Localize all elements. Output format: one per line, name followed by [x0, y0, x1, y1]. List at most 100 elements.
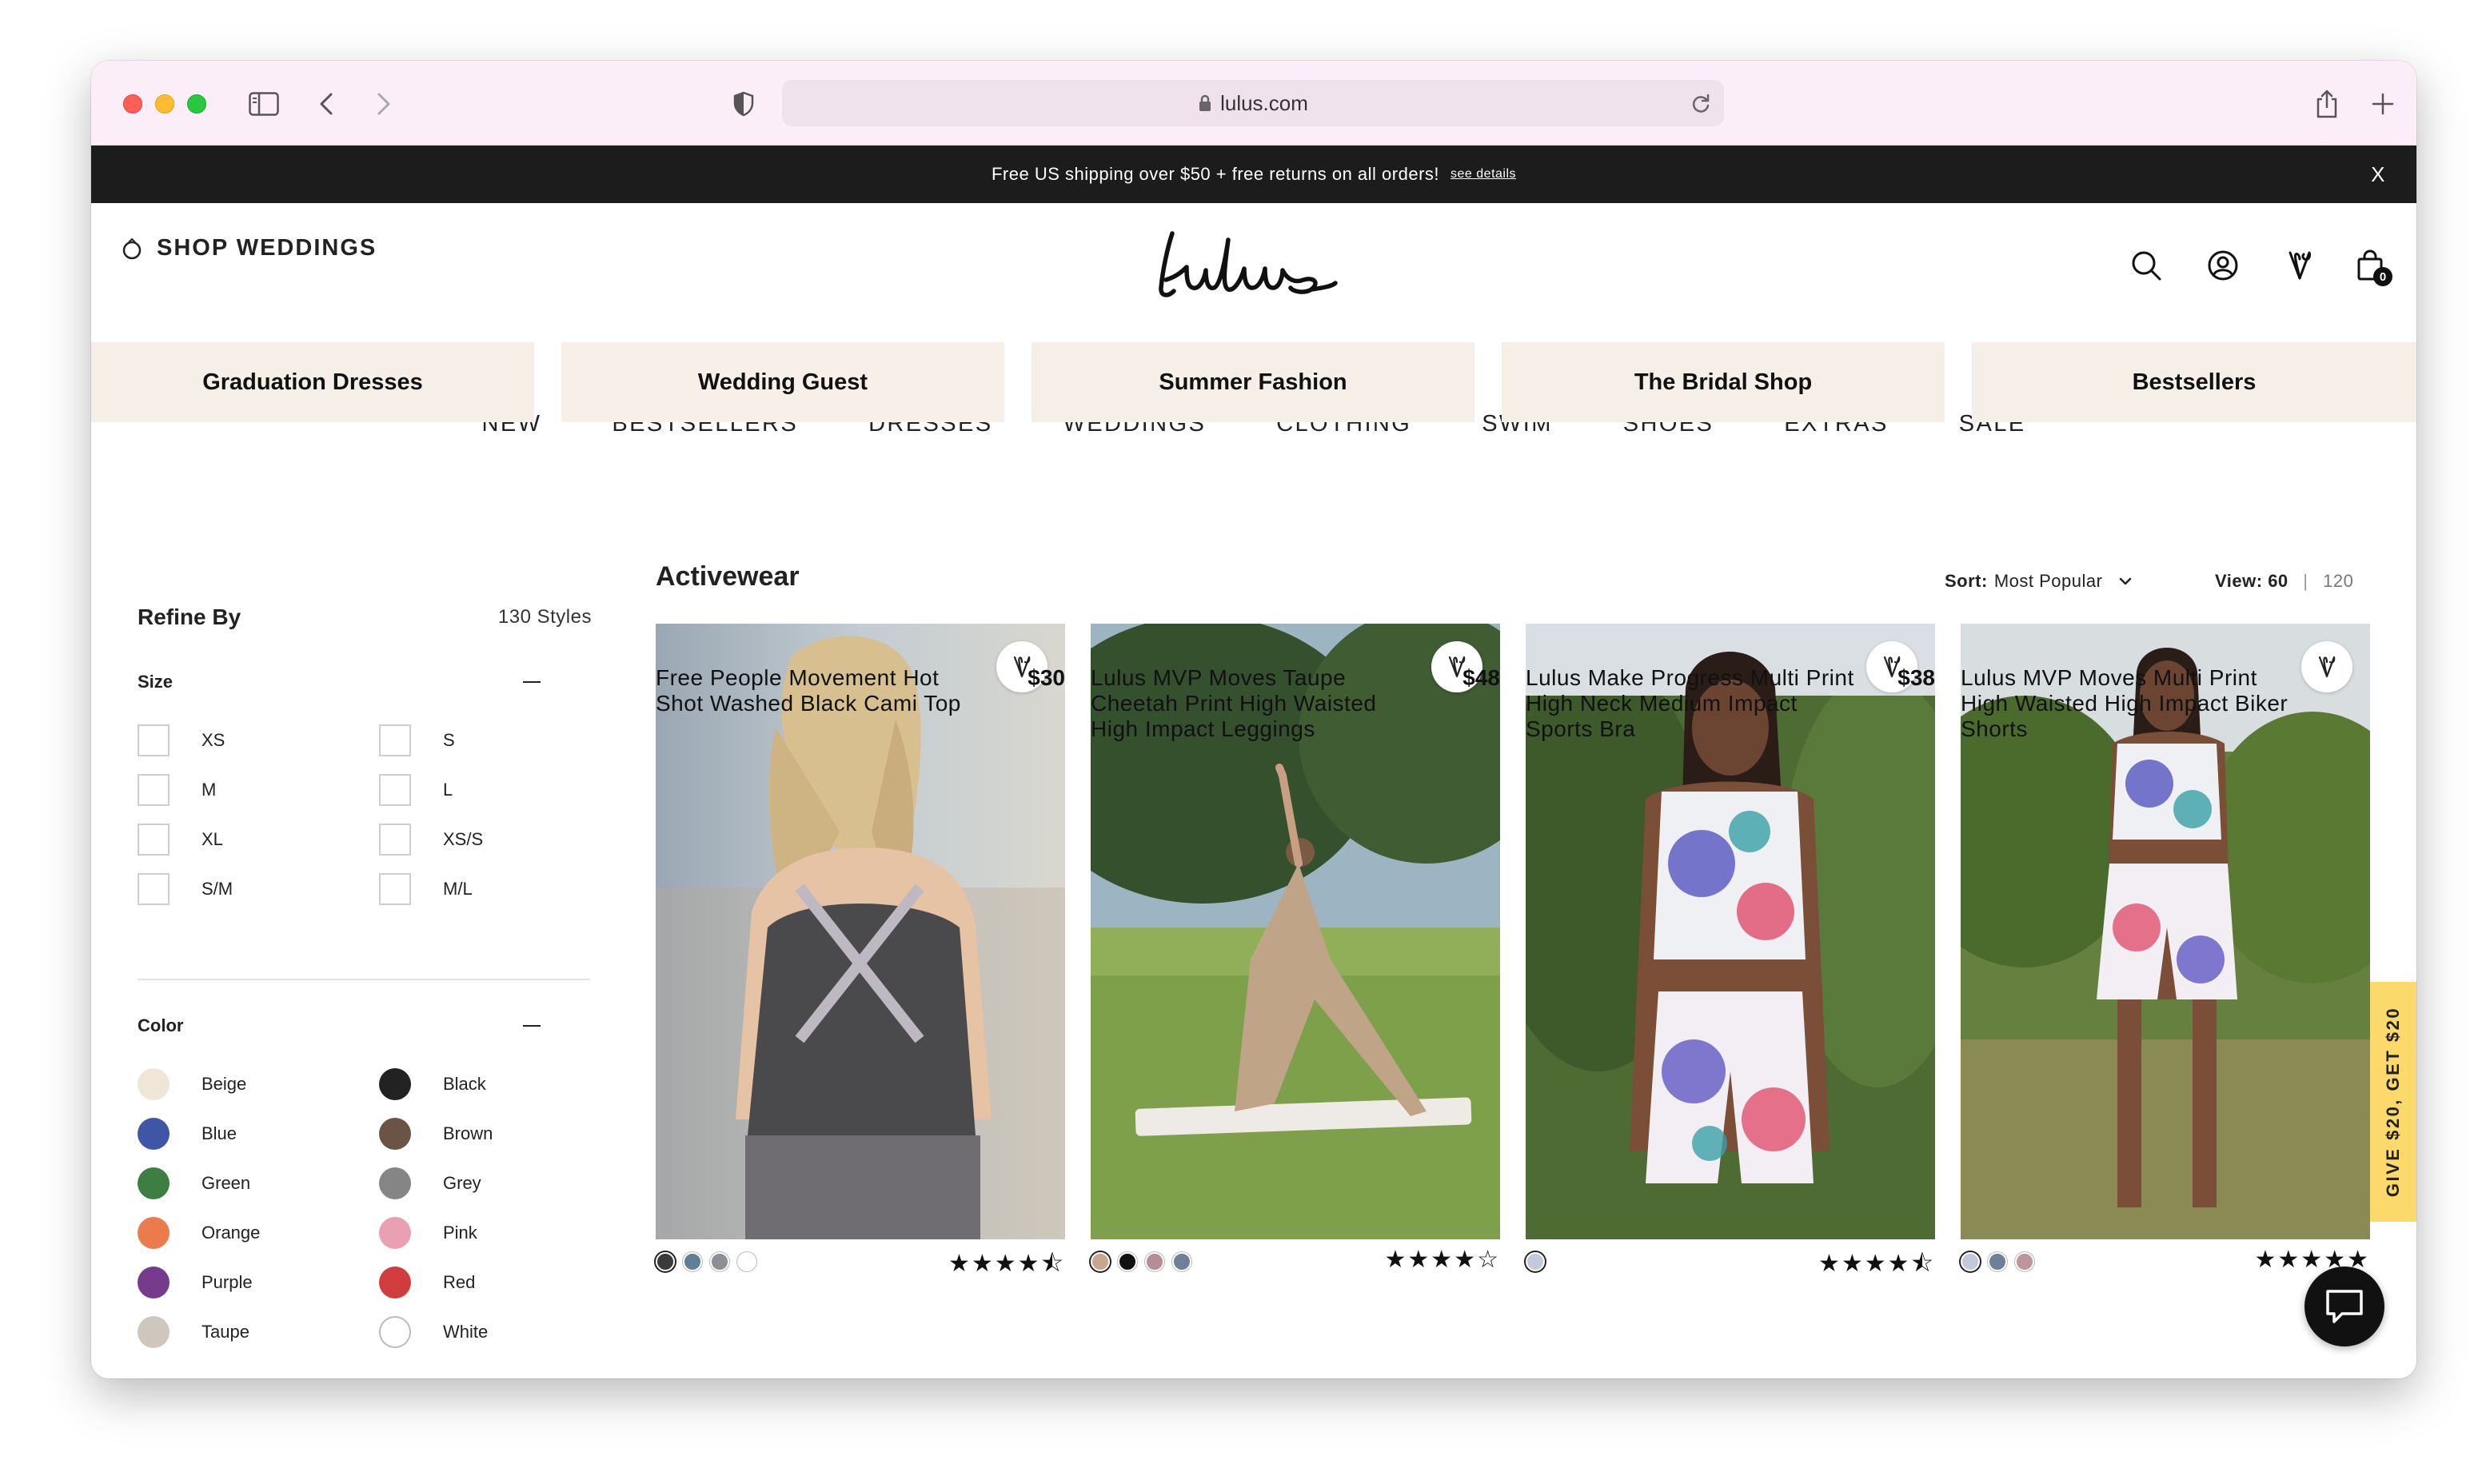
product-name[interactable]: Lulus Make Progress Multi Print High Nec…: [1526, 665, 1862, 742]
color-swatch[interactable]: [138, 1267, 170, 1298]
checkbox[interactable]: [138, 873, 170, 905]
checkbox[interactable]: [379, 774, 411, 806]
share-icon[interactable]: [2311, 88, 2343, 120]
color-option-beige[interactable]: Beige: [138, 1068, 246, 1100]
checkbox[interactable]: [379, 724, 411, 756]
color-option-brown[interactable]: Brown: [379, 1118, 493, 1150]
view-60-option[interactable]: 60: [2268, 571, 2288, 591]
color-swatch[interactable]: [379, 1167, 411, 1199]
color-option-orange[interactable]: Orange: [138, 1217, 260, 1249]
color-swatch[interactable]: [379, 1068, 411, 1100]
color-option-red[interactable]: Red: [379, 1267, 475, 1298]
collapse-size-icon[interactable]: [523, 681, 541, 683]
color-swatch[interactable]: [138, 1167, 170, 1199]
minimize-window-button[interactable]: [155, 94, 174, 114]
color-label: Purple: [202, 1272, 253, 1292]
cart-bag-icon[interactable]: 0: [2351, 246, 2392, 286]
sidebar-toggle-icon[interactable]: [248, 88, 280, 120]
color-option-green[interactable]: Green: [138, 1167, 250, 1199]
product-name[interactable]: Lulus MVP Moves Taupe Cheetah Print High…: [1091, 665, 1427, 742]
back-icon[interactable]: [310, 88, 342, 120]
chat-button[interactable]: [2304, 1267, 2384, 1346]
color-option-white[interactable]: White: [379, 1316, 488, 1348]
star-icon: ⯪: [1910, 1251, 1935, 1277]
color-swatch[interactable]: [379, 1217, 411, 1249]
size-option-s[interactable]: S: [379, 724, 455, 756]
collapse-color-icon[interactable]: [523, 1025, 541, 1027]
forward-icon[interactable]: [368, 88, 400, 120]
size-option-m[interactable]: M: [138, 774, 216, 806]
view-count-selector: View: 60 | 120: [2215, 571, 2353, 592]
color-swatch-dot[interactable]: [2015, 1252, 2034, 1271]
size-option-s-m[interactable]: S/M: [138, 873, 233, 905]
product-name[interactable]: Lulus MVP Moves Multi Print High Waisted…: [1961, 665, 2296, 742]
color-swatch-dot[interactable]: [1526, 1252, 1545, 1271]
checkbox[interactable]: [379, 873, 411, 905]
color-swatch-dot[interactable]: [1118, 1252, 1137, 1271]
checkbox[interactable]: [138, 774, 170, 806]
referral-promo-tab[interactable]: GIVE $20, GET $20: [2370, 982, 2416, 1222]
product-card[interactable]: ★★★★⯪ Lulus Make Progress Multi Print Hi…: [1526, 624, 1935, 1277]
size-option-m-l[interactable]: M/L: [379, 873, 473, 905]
color-swatch-dot[interactable]: [737, 1252, 756, 1271]
size-option-l[interactable]: L: [379, 774, 453, 806]
tile-graduation-dresses[interactable]: Graduation Dresses: [91, 342, 534, 422]
reload-icon[interactable]: [1689, 91, 1713, 115]
color-swatch-dot[interactable]: [1172, 1252, 1191, 1271]
product-card[interactable]: ★★★★★ Lulus MVP Moves Multi Print High W…: [1961, 624, 2370, 1276]
color-swatch[interactable]: [138, 1068, 170, 1100]
color-swatch-dot[interactable]: [683, 1252, 702, 1271]
new-tab-icon[interactable]: [2367, 88, 2399, 120]
color-swatch-dot[interactable]: [1961, 1252, 1980, 1271]
zoom-window-button[interactable]: [187, 94, 206, 114]
account-icon[interactable]: [2204, 246, 2242, 285]
color-swatch[interactable]: [379, 1267, 411, 1298]
product-card[interactable]: ★★★★☆ Lulus MVP Moves Taupe Cheetah Prin…: [1091, 624, 1500, 1276]
color-option-blue[interactable]: Blue: [138, 1118, 237, 1150]
size-section-title[interactable]: Size: [138, 672, 173, 692]
view-120-option[interactable]: 120: [2323, 571, 2353, 591]
sort-dropdown[interactable]: Sort: Most Popular: [1945, 571, 2134, 592]
color-option-pink[interactable]: Pink: [379, 1217, 477, 1249]
color-swatch-dot[interactable]: [656, 1252, 675, 1271]
color-swatch[interactable]: [379, 1316, 411, 1348]
color-swatches: [1526, 1252, 1545, 1271]
size-option-xs[interactable]: XS: [138, 724, 225, 756]
color-option-grey[interactable]: Grey: [379, 1167, 481, 1199]
color-swatch[interactable]: [138, 1217, 170, 1249]
color-swatch[interactable]: [138, 1316, 170, 1348]
announcement-close-button[interactable]: X: [2364, 160, 2392, 189]
checkbox[interactable]: [379, 824, 411, 856]
color-option-taupe[interactable]: Taupe: [138, 1316, 249, 1348]
color-swatch[interactable]: [379, 1118, 411, 1150]
color-swatch[interactable]: [138, 1118, 170, 1150]
product-card[interactable]: ★★★★⯪ Free People Movement Hot Shot Wash…: [656, 624, 1065, 1277]
color-swatch-dot[interactable]: [1145, 1252, 1164, 1271]
privacy-shield-icon[interactable]: [728, 88, 760, 120]
tile-bridal-shop[interactable]: The Bridal Shop: [1502, 342, 1945, 422]
product-name[interactable]: Free People Movement Hot Shot Washed Bla…: [656, 665, 992, 716]
checkbox[interactable]: [138, 824, 170, 856]
address-bar[interactable]: lulus.com: [782, 80, 1724, 126]
color-swatch-dot[interactable]: [1988, 1252, 2007, 1271]
rating-stars: ★★★★⯪: [1818, 1246, 1935, 1287]
tile-bestsellers[interactable]: Bestsellers: [1972, 342, 2416, 422]
color-option-purple[interactable]: Purple: [138, 1267, 253, 1298]
lulus-logo[interactable]: [1155, 224, 1339, 304]
close-window-button[interactable]: [123, 94, 142, 114]
wishlist-heart-icon[interactable]: [2280, 246, 2319, 285]
tile-wedding-guest[interactable]: Wedding Guest: [561, 342, 1004, 422]
color-swatch-dot[interactable]: [1091, 1252, 1110, 1271]
search-icon[interactable]: [2127, 246, 2165, 285]
shop-weddings-link[interactable]: SHOP WEDDINGS: [120, 235, 377, 261]
color-section-title[interactable]: Color: [138, 1015, 183, 1036]
color-swatch-dot[interactable]: [710, 1252, 729, 1271]
see-details-link[interactable]: see details: [1450, 167, 1516, 182]
tile-summer-fashion[interactable]: Summer Fashion: [1032, 342, 1474, 422]
size-option-xs-s[interactable]: XS/S: [379, 824, 483, 856]
product-price: $38: [1897, 665, 1935, 690]
add-to-wishlist-button[interactable]: [2301, 641, 2352, 692]
size-option-xl[interactable]: XL: [138, 824, 223, 856]
color-option-black[interactable]: Black: [379, 1068, 486, 1100]
checkbox[interactable]: [138, 724, 170, 756]
